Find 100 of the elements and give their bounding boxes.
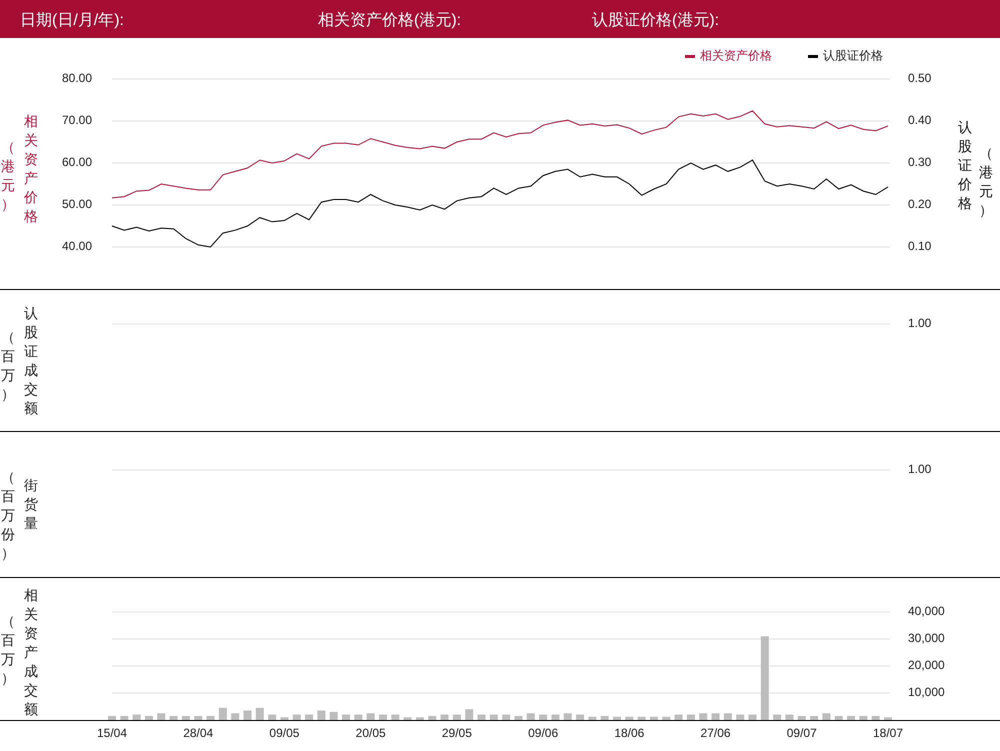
axis-tick-label: 40,000 xyxy=(908,604,945,618)
volume-bar xyxy=(317,710,326,720)
volume-bar xyxy=(440,714,449,720)
axis-unit: （百万） xyxy=(0,612,16,688)
volume-bar xyxy=(674,714,683,720)
axis-tick-label: 15/04 xyxy=(96,726,128,740)
volume-bar xyxy=(798,716,806,720)
volume-bar xyxy=(638,716,646,720)
volume-bar xyxy=(526,713,535,720)
volume-bar xyxy=(539,714,548,720)
axis-tick-label: 28/04 xyxy=(183,726,214,740)
header-field-label: 相关资产价格(港元): xyxy=(318,10,462,31)
volume-bar xyxy=(502,714,510,720)
axis-tick-label: 0.40 xyxy=(908,113,932,128)
volume-bar xyxy=(600,716,609,720)
volume-bar xyxy=(268,714,276,720)
volume-bar xyxy=(404,717,412,720)
volume-bar xyxy=(822,713,830,720)
volume-bar xyxy=(773,714,782,720)
volume-bar xyxy=(847,716,856,720)
volume-bar xyxy=(588,716,596,720)
volume-bar xyxy=(699,713,708,720)
volume-bar xyxy=(810,716,818,720)
volume-bar xyxy=(256,708,264,720)
volume-bar xyxy=(366,713,375,720)
axis-tick-label: 20/05 xyxy=(356,726,386,740)
legend-label: 认股证价格 xyxy=(823,48,883,63)
volume-bar xyxy=(108,716,116,720)
volume-bar xyxy=(342,714,350,720)
volume-bar xyxy=(490,714,498,720)
volume-bar xyxy=(650,716,658,720)
volume-bar xyxy=(144,716,153,720)
volume-bar xyxy=(884,717,892,720)
axis-title: 认股证价格 xyxy=(957,118,973,213)
axis-unit: （港元） xyxy=(0,138,16,214)
axis-unit: （百万份） xyxy=(0,468,16,563)
volume-bar xyxy=(416,717,424,720)
volume-bar xyxy=(231,713,240,720)
volume-bar xyxy=(859,716,868,720)
volume-bar xyxy=(280,717,288,720)
volume-bar xyxy=(354,714,362,720)
axis-unit: （百万） xyxy=(0,328,16,404)
volume-bar xyxy=(576,714,584,720)
axis-tick-label: 80.00 xyxy=(62,71,92,86)
header-field-label: 日期(日/月/年): xyxy=(20,11,124,31)
volume-bar xyxy=(452,714,461,720)
axis-tick-label: 1.00 xyxy=(908,462,932,476)
volume-bar xyxy=(391,714,400,720)
axis-tick-label: 09/06 xyxy=(528,726,558,740)
axis-title: 相关资产成交额 xyxy=(23,586,39,719)
volume-bar xyxy=(292,714,301,720)
volume-bar xyxy=(872,716,880,720)
volume-bar xyxy=(686,714,695,720)
axis-tick-label: 50.00 xyxy=(62,197,92,212)
axis-tick-label: 0.50 xyxy=(908,71,932,86)
axis-title: 相关资产价格 xyxy=(23,112,39,226)
axis-tick-label: 18/06 xyxy=(614,726,644,740)
axis-tick-label: 0.10 xyxy=(908,239,932,254)
volume-bar xyxy=(120,716,128,720)
axis-tick-label: 0.30 xyxy=(908,155,932,170)
volume-bar xyxy=(305,714,314,720)
volume-bar xyxy=(132,714,141,720)
axis-tick-label: 40.00 xyxy=(62,239,92,254)
volume-bar xyxy=(170,716,178,720)
axis-tick-label: 60.00 xyxy=(62,155,92,170)
header-field-label: 认股证价格(港元): xyxy=(592,10,720,31)
volume-bar xyxy=(157,713,166,720)
volume-bar xyxy=(613,716,622,720)
volume-bar xyxy=(551,714,560,720)
axis-title: 认股证成交额 xyxy=(23,304,39,418)
volume-bar xyxy=(834,716,843,720)
axis-tick-label: 09/05 xyxy=(269,726,300,740)
axis-tick-label: 18/07 xyxy=(872,726,904,740)
axis-tick-label: 10,000 xyxy=(908,685,945,700)
volume-bar xyxy=(724,713,732,720)
volume-bar xyxy=(662,716,670,720)
volume-bar xyxy=(712,713,720,720)
axis-tick-label: 70.00 xyxy=(62,113,92,128)
axis-tick-label: 27/06 xyxy=(700,726,731,740)
axis-tick-label: 0.20 xyxy=(908,197,932,212)
volume-bar xyxy=(218,708,227,720)
volume-bar xyxy=(748,714,756,720)
volume-bar xyxy=(330,712,338,720)
volume-bar xyxy=(785,714,794,720)
axis-tick-label: 09/07 xyxy=(786,726,817,740)
volume-bar xyxy=(182,716,190,720)
volume-bar xyxy=(514,716,522,720)
volume-bar xyxy=(206,716,215,720)
volume-bar xyxy=(625,716,634,720)
volume-bar xyxy=(465,709,474,720)
axis-tick-label: 20,000 xyxy=(908,658,945,672)
volume-bar xyxy=(564,713,572,720)
volume-bar xyxy=(378,714,387,720)
volume-bar xyxy=(244,710,252,720)
volume-bar xyxy=(428,716,436,720)
axis-tick-label: 30,000 xyxy=(908,631,945,646)
legend-label: 相关资产价格 xyxy=(700,48,772,63)
axis-title: 街货量 xyxy=(23,476,39,533)
volume-bar xyxy=(194,716,202,720)
volume-bar xyxy=(736,714,744,720)
